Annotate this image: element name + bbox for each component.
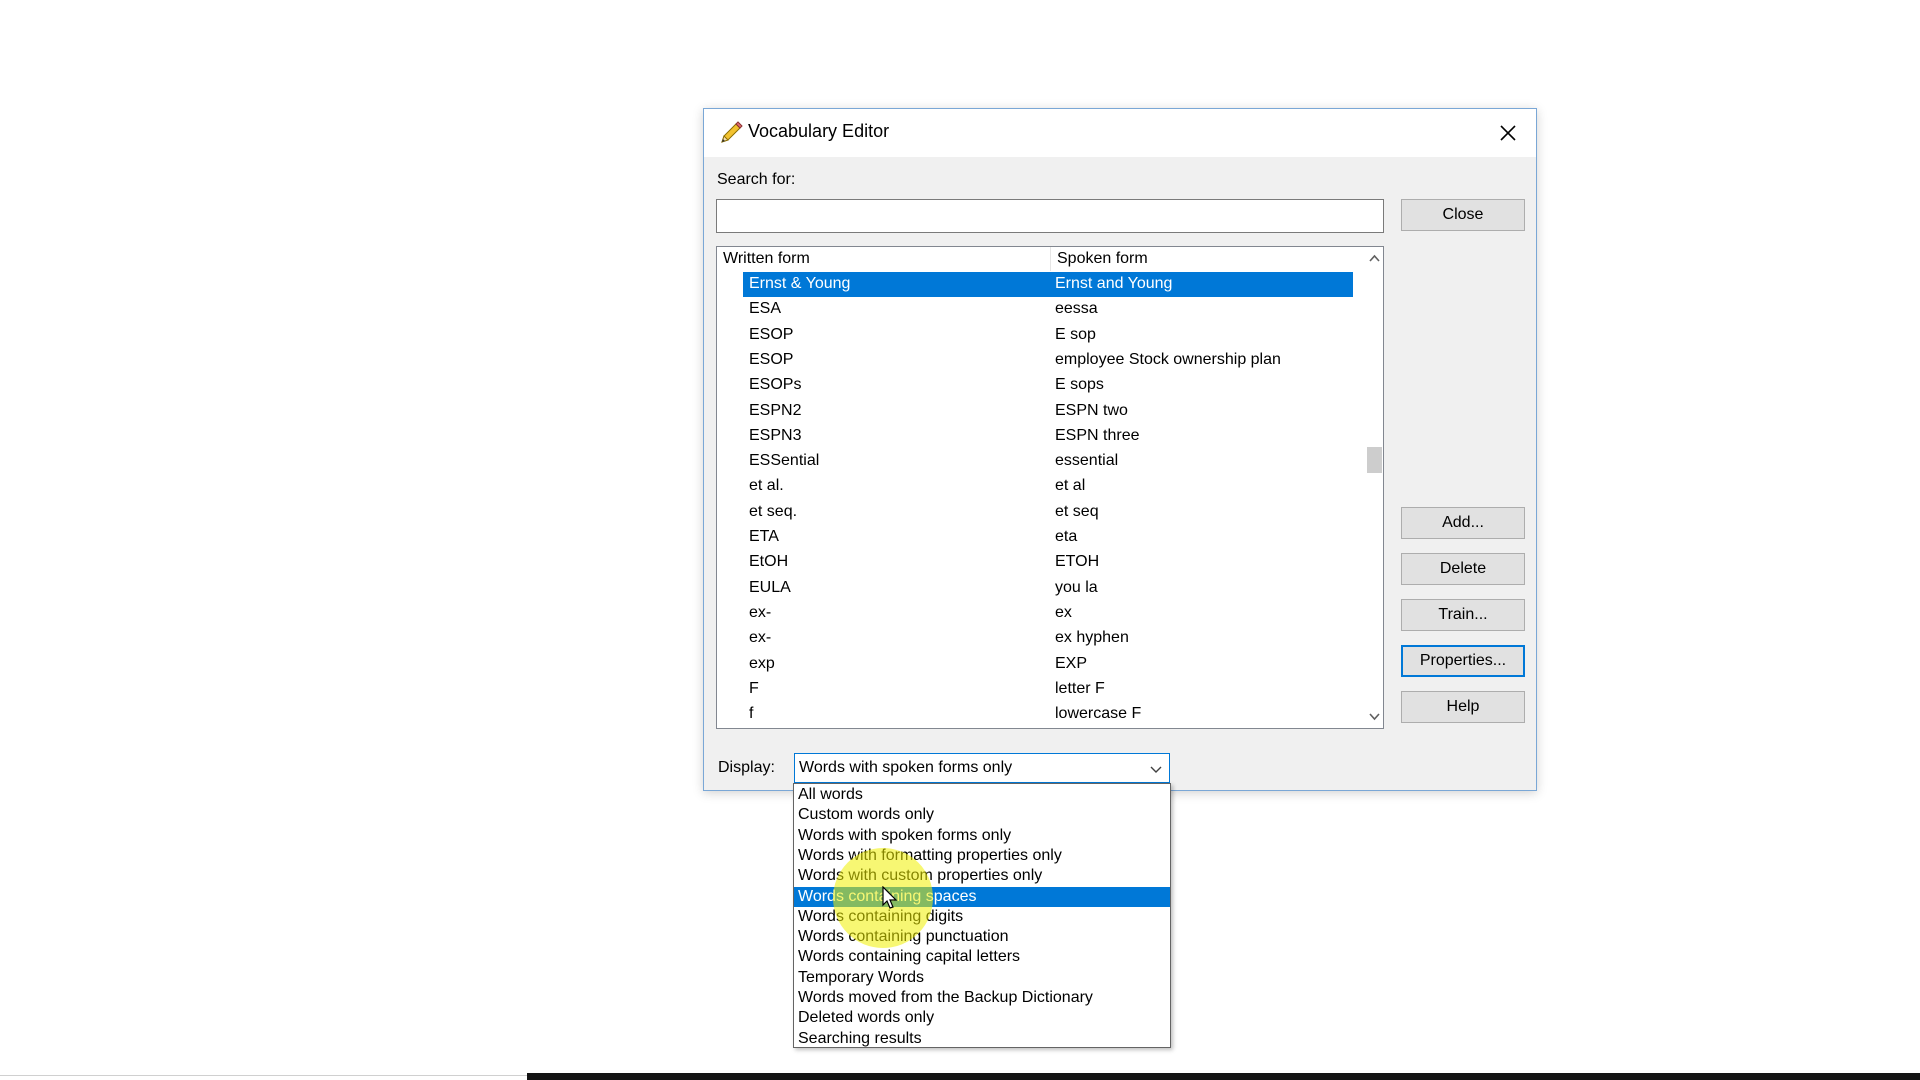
- scroll-up-arrow-icon[interactable]: [1366, 250, 1383, 267]
- spoken-form-cell: EXP: [1055, 654, 1088, 672]
- table-row[interactable]: ESPN2 ESPN two: [743, 399, 1353, 424]
- dropdown-option[interactable]: Searching results: [794, 1029, 1170, 1047]
- written-form-cell: ex-: [749, 603, 772, 621]
- written-form-cell: F: [749, 679, 759, 697]
- dropdown-option[interactable]: Deleted words only: [794, 1008, 1170, 1028]
- written-form-cell: f: [749, 705, 754, 723]
- train-button[interactable]: Train...: [1401, 599, 1525, 631]
- spoken-form-cell: employee Stock ownership plan: [1055, 350, 1281, 368]
- table-row[interactable]: f lowercase F: [743, 702, 1353, 727]
- spoken-form-cell: E sop: [1055, 325, 1096, 343]
- spoken-form-cell: et al: [1055, 477, 1086, 495]
- spoken-form-cell: ETOH: [1055, 553, 1100, 571]
- taskbar-edge: [527, 1073, 1920, 1080]
- search-input[interactable]: [716, 199, 1384, 233]
- spoken-form-cell: lowercase F: [1055, 705, 1142, 723]
- add-button[interactable]: Add...: [1401, 507, 1525, 539]
- spoken-form-cell: ESPN three: [1055, 426, 1140, 444]
- written-form-cell: et al.: [749, 477, 784, 495]
- dropdown-option[interactable]: Custom words only: [794, 805, 1170, 825]
- spoken-form-cell: essential: [1055, 452, 1119, 470]
- vocabulary-editor-dialog: Vocabulary Editor Search for: Close Writ…: [703, 108, 1537, 791]
- written-form-cell: ESA: [749, 300, 782, 318]
- spoken-form-cell: Ernst and Young: [1055, 275, 1173, 292]
- table-row[interactable]: Fletter F: [743, 677, 1353, 702]
- display-dropdown-list: All words Custom words only Words with spo…: [793, 783, 1171, 1048]
- table-row[interactable]: ESOP E sop: [743, 323, 1353, 348]
- column-header-written-form[interactable]: Written form: [723, 250, 810, 268]
- table-row[interactable]: et seq. et seq: [743, 500, 1353, 525]
- written-form-cell: ETA: [749, 528, 779, 545]
- written-form-cell: ESOPs: [749, 376, 802, 394]
- display-combobox-value: Words with spoken forms only: [799, 759, 1013, 776]
- pencil-icon: [721, 121, 743, 143]
- table-row[interactable]: EtOH ETOH: [743, 550, 1353, 575]
- spoken-form-cell: et seq: [1055, 502, 1099, 520]
- dropdown-option[interactable]: Words with formatting properties only: [794, 846, 1170, 866]
- spoken-form-cell: E sops: [1055, 376, 1104, 394]
- table-row[interactable]: ESOP employee Stock ownership plan: [743, 348, 1353, 373]
- delete-button[interactable]: Delete: [1401, 553, 1525, 585]
- list-header: Written form Spoken form: [717, 247, 1367, 271]
- window-title: Vocabulary Editor: [748, 121, 890, 141]
- vocabulary-list[interactable]: Written form Spoken form Ernst & Young Er…: [716, 246, 1384, 729]
- dropdown-option[interactable]: All words: [794, 785, 1170, 805]
- table-row[interactable]: ESOPs E sops: [743, 373, 1353, 398]
- bottom-strip: [0, 1073, 1920, 1080]
- dropdown-option[interactable]: Words with custom properties only: [794, 866, 1170, 886]
- table-row[interactable]: ex-ex: [743, 601, 1353, 626]
- written-form-cell: et seq.: [749, 502, 798, 520]
- spoken-form-cell: eessa: [1055, 300, 1098, 318]
- dropdown-option[interactable]: Words moved from the Backup Dictionary: [794, 988, 1170, 1008]
- table-row[interactable]: EULA you la: [743, 576, 1353, 601]
- dropdown-option[interactable]: Words with spoken forms only: [794, 826, 1170, 846]
- chevron-down-icon[interactable]: [1149, 762, 1163, 776]
- table-row[interactable]: ESA eessa: [743, 297, 1353, 322]
- written-form-cell: ESOP: [749, 325, 794, 343]
- spoken-form-cell: ESPN two: [1055, 401, 1128, 419]
- column-divider[interactable]: [1050, 247, 1051, 271]
- title-bar[interactable]: Vocabulary Editor: [704, 109, 1536, 157]
- dropdown-option[interactable]: Words containing capital letters: [794, 947, 1170, 967]
- table-row[interactable]: ex-ex hyphen: [743, 626, 1353, 651]
- dropdown-option[interactable]: Words containing digits: [794, 907, 1170, 927]
- column-header-spoken-form[interactable]: Spoken form: [1057, 250, 1148, 268]
- vertical-scrollbar[interactable]: [1366, 247, 1383, 728]
- written-form-cell: exp: [749, 654, 775, 672]
- written-form-cell: ESSential: [749, 452, 820, 470]
- close-icon[interactable]: [1492, 117, 1524, 149]
- display-label: Display:: [718, 759, 775, 776]
- spoken-form-cell: ex: [1055, 603, 1072, 621]
- spoken-form-cell: eta: [1055, 528, 1078, 545]
- table-row[interactable]: et al. et al: [743, 474, 1353, 499]
- dropdown-option[interactable]: Temporary Words: [794, 968, 1170, 988]
- table-row[interactable]: exp EXP: [743, 652, 1353, 677]
- table-row[interactable]: ESPN3 ESPN three: [743, 424, 1353, 449]
- written-form-cell: EtOH: [749, 553, 789, 571]
- dropdown-option[interactable]: Words containing punctuation: [794, 927, 1170, 947]
- table-row[interactable]: ETA eta: [743, 525, 1353, 550]
- display-combobox[interactable]: Words with spoken forms only: [794, 753, 1170, 783]
- scrollbar-thumb[interactable]: [1367, 447, 1382, 473]
- written-form-cell: ESPN3: [749, 426, 802, 444]
- close-button[interactable]: Close: [1401, 199, 1525, 231]
- written-form-cell: ESOP: [749, 350, 794, 368]
- written-form-cell: ex-: [749, 629, 772, 647]
- written-form-cell: ESPN2: [749, 401, 802, 419]
- spoken-form-cell: letter F: [1055, 679, 1105, 697]
- written-form-cell: Ernst & Young: [749, 275, 851, 292]
- scroll-down-arrow-icon[interactable]: [1366, 708, 1383, 725]
- table-row[interactable]: ESSential essential: [743, 449, 1353, 474]
- properties-button[interactable]: Properties...: [1401, 645, 1525, 677]
- written-form-cell: EULA: [749, 578, 791, 596]
- spoken-form-cell: ex hyphen: [1055, 629, 1129, 647]
- spoken-form-cell: you la: [1055, 578, 1098, 596]
- dropdown-option[interactable]: Words containing spaces: [794, 886, 1170, 907]
- search-label: Search for:: [717, 171, 796, 188]
- table-row[interactable]: Ernst & Young Ernst and Young: [743, 272, 1353, 297]
- help-button[interactable]: Help: [1401, 691, 1525, 723]
